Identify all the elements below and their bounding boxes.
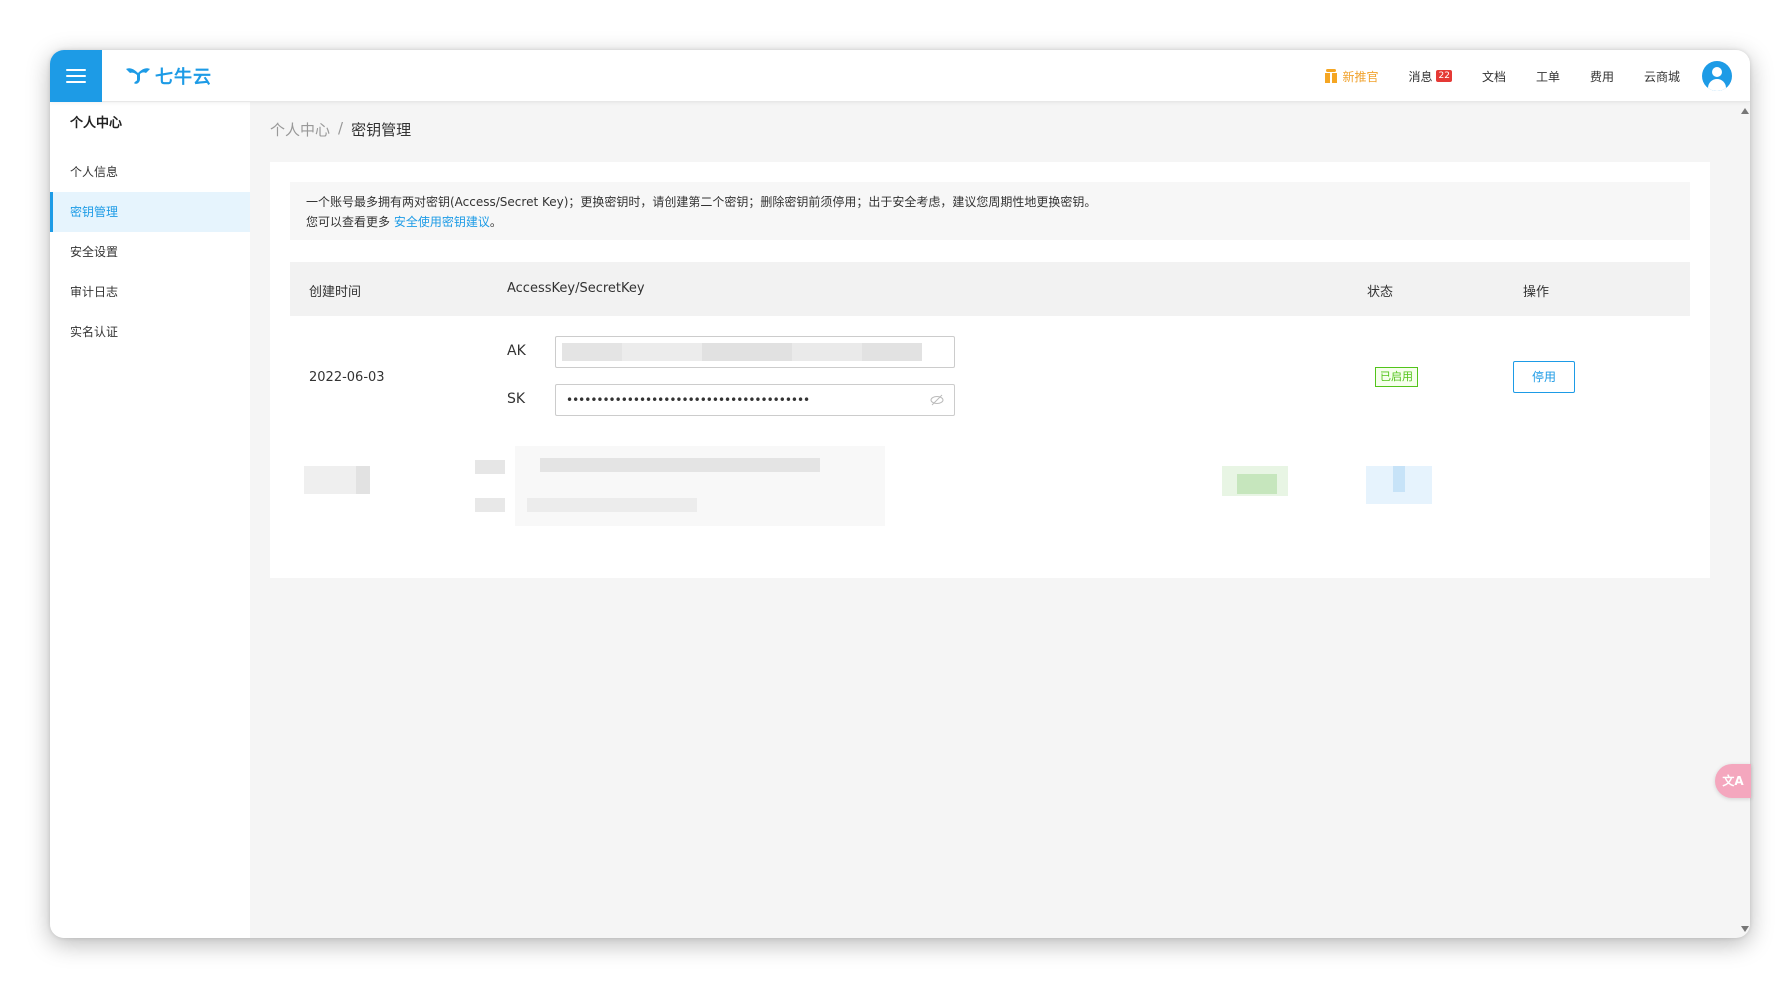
hamburger-icon [66,68,86,84]
user-avatar[interactable] [1702,61,1732,91]
top-bar: 七牛云 新推官 消息 22 文档 工单 费用 云商城 [50,50,1750,102]
security-advice-link[interactable]: 安全使用密钥建议 [394,215,490,229]
status-badge: 已启用 [1375,367,1418,387]
market-link[interactable]: 云商城 [1644,68,1680,85]
notice-line-1: 一个账号最多拥有两对密钥(Access/Secret Key)；更换密钥时，请创… [306,195,1097,209]
sidebar-item-audit-log[interactable]: 审计日志 [50,272,250,312]
billing-link[interactable]: 费用 [1590,68,1614,85]
billing-label: 费用 [1589,69,1614,84]
header-created: 创建时间 [309,285,362,300]
access-key-field[interactable] [555,336,955,368]
tickets-link[interactable]: 工单 [1536,68,1560,85]
table-row: 2022-06-03 AK SK •••••••••••••••••••••••… [290,316,1690,440]
sidebar-title: 个人中心 [70,116,123,131]
vertical-scrollbar[interactable] [1740,102,1750,938]
tickets-label: 工单 [1535,69,1560,84]
disable-key-button[interactable]: 停用 [1513,361,1575,393]
gift-icon [1324,69,1338,83]
sidebar: 个人中心 个人信息 密钥管理 安全设置 审计日志 实名认证 [50,102,250,938]
market-label: 云商城 [1643,69,1680,84]
sidebar-item-profile[interactable]: 个人信息 [50,152,250,192]
ak-label: AK [507,343,526,359]
scroll-down-icon[interactable] [1741,926,1749,932]
sidebar-item-security[interactable]: 安全设置 [50,232,250,272]
sidebar-item-keys[interactable]: 密钥管理 [50,192,250,232]
translate-button[interactable]: 文A [1715,764,1751,798]
redacted-row [290,446,1690,546]
eye-off-icon[interactable] [930,394,944,406]
header-status: 状态 [1367,285,1394,300]
info-notice: 一个账号最多拥有两对密钥(Access/Secret Key)；更换密钥时，请创… [290,182,1690,240]
header-actions: 操作 [1523,285,1550,300]
qiniu-logo-icon [126,68,150,84]
top-nav: 新推官 消息 22 文档 工单 费用 云商城 [1324,50,1680,102]
user-icon [1712,67,1722,77]
breadcrumb-parent[interactable]: 个人中心 [270,119,330,140]
messages-count-badge: 22 [1436,70,1452,82]
messages-label: 消息 [1408,69,1433,84]
menu-button[interactable] [50,50,102,102]
breadcrumb-current: 密钥管理 [351,121,412,139]
secret-key-value: •••••••••••••••••••••••••••••••••••••••• [566,393,810,407]
main-content: 个人中心 / 密钥管理 一个账号最多拥有两对密钥(Access/Secret K… [250,102,1750,938]
notice-line-2: 您可以查看更多 安全使用密钥建议。 [306,215,502,229]
app-window: 七牛云 新推官 消息 22 文档 工单 费用 云商城 个人中心 个人信息 密钥管… [50,50,1750,938]
promo-label: 新推官 [1342,69,1379,84]
created-date: 2022-06-03 [309,370,385,385]
scroll-up-icon[interactable] [1741,108,1749,114]
docs-label: 文档 [1481,69,1506,84]
sk-label: SK [507,391,526,407]
docs-link[interactable]: 文档 [1482,68,1506,85]
keys-panel: 一个账号最多拥有两对密钥(Access/Secret Key)；更换密钥时，请创… [270,162,1710,578]
brand-logo[interactable]: 七牛云 [124,64,212,88]
header-keys: AccessKey/SecretKey [507,281,645,296]
brand-name: 七牛云 [155,67,212,88]
table-header: 创建时间 AccessKey/SecretKey 状态 操作 [290,262,1690,316]
secret-key-field[interactable]: •••••••••••••••••••••••••••••••••••••••• [555,384,955,416]
sidebar-item-verification[interactable]: 实名认证 [50,312,250,352]
promo-link[interactable]: 新推官 [1324,68,1378,85]
breadcrumb: 个人中心 / 密钥管理 [270,119,411,140]
breadcrumb-separator: / [338,119,344,137]
messages-link[interactable]: 消息 22 [1408,68,1452,85]
